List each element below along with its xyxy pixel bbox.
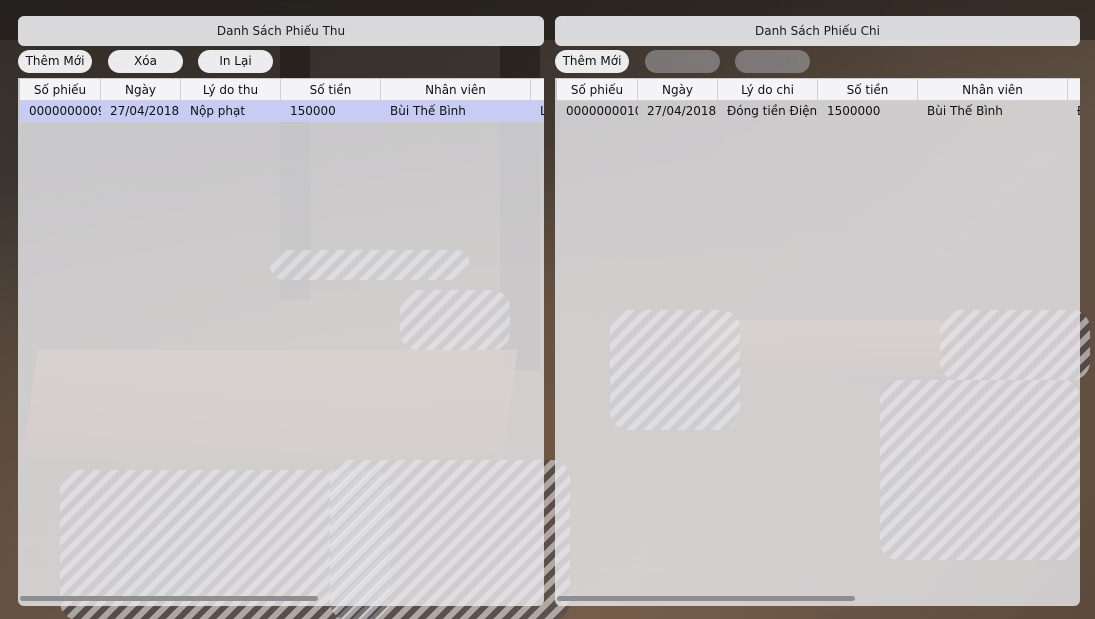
receipt-number-cell: 0000000009: [29, 104, 101, 118]
column-header[interactable]: Lý do thu: [181, 79, 281, 101]
reprint-receipt-button[interactable]: In Lại: [198, 50, 273, 73]
add-payment-button[interactable]: Thêm Mới: [555, 50, 629, 73]
column-header[interactable]: Số tiền: [818, 79, 918, 101]
delete-receipt-button[interactable]: Xóa: [108, 50, 183, 73]
payments-table[interactable]: Số phiếu Ngày Lý do chi Số tiền Nhân viê…: [555, 78, 1080, 606]
table-row[interactable]: 0000000010 27/04/2018 Đóng tiền Điện 150…: [557, 101, 1080, 122]
table-header: Số phiếu Ngày Lý do thu Số tiền Nhân viê…: [20, 79, 544, 101]
column-header[interactable]: Ngày: [101, 79, 181, 101]
column-header[interactable]: Ngày: [638, 79, 718, 101]
amount-cell: 150000: [290, 104, 336, 118]
delete-payment-button[interactable]: Xóa: [645, 50, 720, 73]
employee-cell: Bùi Thế Bình: [927, 104, 1003, 118]
table-row[interactable]: 0000000009 27/04/2018 Nộp phạt 150000 Bù…: [20, 101, 544, 122]
receipts-table[interactable]: Số phiếu Ngày Lý do thu Số tiền Nhân viê…: [18, 78, 544, 606]
column-header[interactable]: Số tiền: [281, 79, 381, 101]
amount-cell: 1500000: [827, 104, 881, 118]
payments-title: Danh Sách Phiếu Chi: [555, 16, 1080, 46]
column-header[interactable]: Nhân viên: [918, 79, 1068, 101]
table-header: Số phiếu Ngày Lý do chi Số tiền Nhân viê…: [557, 79, 1080, 101]
reason-cell: Nộp phạt: [190, 104, 246, 118]
reason-cell: Đóng tiền Điện: [727, 104, 818, 118]
receipts-panel: Danh Sách Phiếu Thu Thêm Mới Xóa In Lại …: [18, 14, 544, 606]
payments-panel: Danh Sách Phiếu Chi Thêm Mới Xóa In Lại …: [555, 14, 1080, 606]
horizontal-scrollbar[interactable]: [20, 596, 318, 601]
column-header[interactable]: Nhân viên: [381, 79, 531, 101]
receipts-title: Danh Sách Phiếu Thu: [18, 16, 544, 46]
column-header[interactable]: Số phiếu: [557, 79, 638, 101]
column-header[interactable]: [1068, 79, 1080, 101]
employee-cell: Bùi Thế Bình: [390, 104, 466, 118]
reprint-payment-button[interactable]: In Lại: [735, 50, 810, 73]
column-header[interactable]: [531, 79, 544, 101]
column-header[interactable]: Số phiếu: [20, 79, 101, 101]
add-receipt-button[interactable]: Thêm Mới: [18, 50, 92, 73]
date-cell: 27/04/2018: [110, 104, 180, 118]
payment-number-cell: 0000000010: [566, 104, 638, 118]
column-header[interactable]: Lý do chi: [718, 79, 818, 101]
horizontal-scrollbar[interactable]: [557, 596, 855, 601]
overflow-cell: L: [540, 104, 544, 118]
date-cell: 27/04/2018: [647, 104, 717, 118]
overflow-cell: Đ: [1068, 101, 1080, 122]
